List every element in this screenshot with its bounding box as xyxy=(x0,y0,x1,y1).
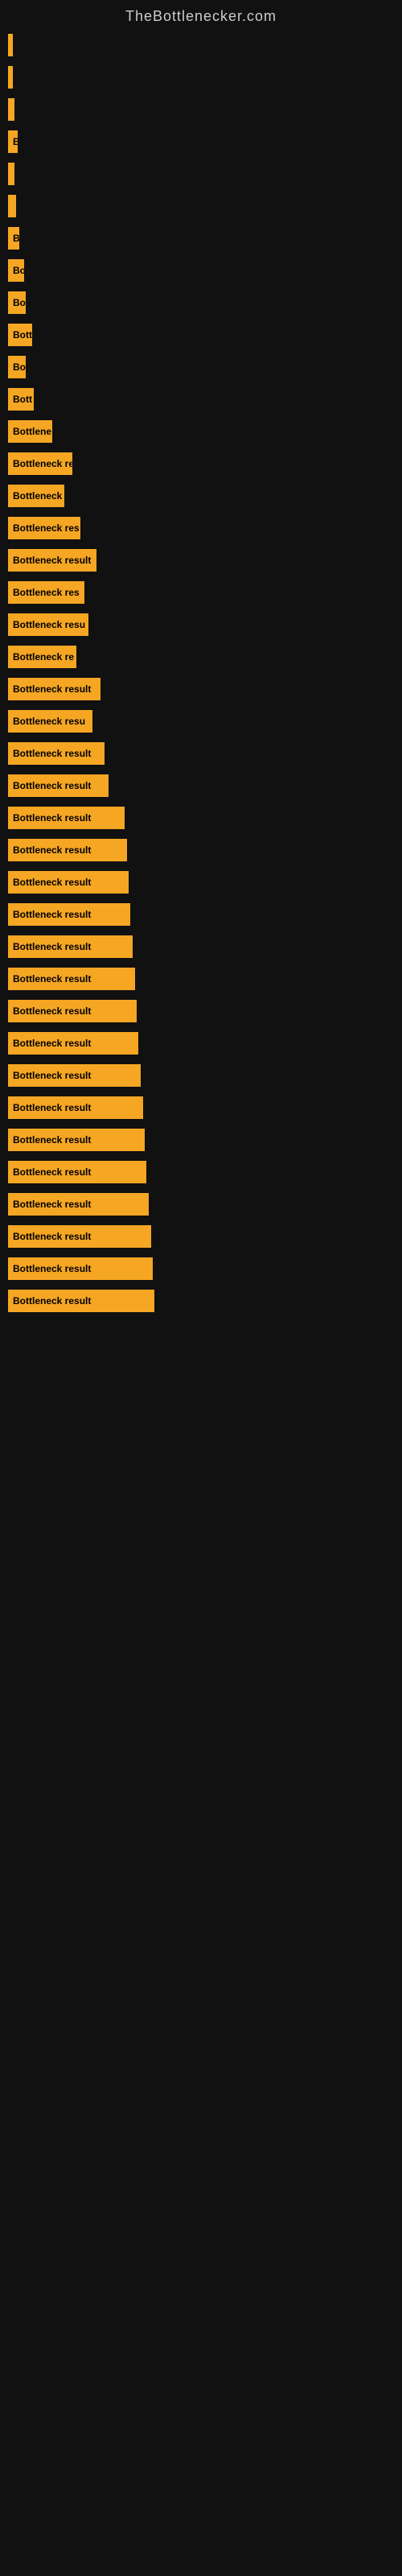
bar-row: Bottleneck result xyxy=(0,1220,402,1253)
result-bar: Bott xyxy=(8,324,32,346)
result-bar: Bottleneck result xyxy=(8,903,130,926)
result-bar: Bottleneck res xyxy=(8,517,80,539)
result-bar: Bottleneck xyxy=(8,485,64,507)
bar-row: Bottleneck result xyxy=(0,1253,402,1285)
result-bar: Bottleneck re xyxy=(8,646,76,668)
result-bar: Bottleneck result xyxy=(8,1032,138,1055)
bar-row: Bo xyxy=(0,287,402,319)
bar-row: Bottleneck re xyxy=(0,448,402,480)
result-bar: Bottleneck result xyxy=(8,1193,149,1216)
bar-row: Bottlene xyxy=(0,415,402,448)
bar-row: Bottleneck result xyxy=(0,866,402,898)
bar-row: Bottleneck result xyxy=(0,737,402,770)
bar-row: Bottleneck result xyxy=(0,995,402,1027)
site-title: TheBottlenecker.com xyxy=(0,0,402,29)
bar-row: B xyxy=(0,222,402,254)
bar-row: Bottleneck result xyxy=(0,1156,402,1188)
result-bar: B xyxy=(8,130,18,153)
result-bar: Bo xyxy=(8,356,26,378)
result-bar: Bottleneck result xyxy=(8,968,135,990)
result-bar: Bottleneck result xyxy=(8,1064,141,1087)
bar-row: Bottleneck result xyxy=(0,673,402,705)
bar-row xyxy=(0,29,402,61)
result-bar: Bottlene xyxy=(8,420,52,443)
bar-row: Bottleneck xyxy=(0,480,402,512)
bar-row: Bott xyxy=(0,319,402,351)
result-bar: B xyxy=(8,227,19,250)
result-bar xyxy=(8,195,16,217)
result-bar: Bottleneck result xyxy=(8,807,125,829)
result-bar: Bo xyxy=(8,291,26,314)
result-bar: Bottleneck res xyxy=(8,581,84,604)
bar-row: Bo xyxy=(0,254,402,287)
result-bar: Bottleneck result xyxy=(8,549,96,572)
bar-row xyxy=(0,61,402,93)
bar-row: Bo xyxy=(0,351,402,383)
result-bar: Bottleneck result xyxy=(8,1257,153,1280)
result-bar: Bottleneck re xyxy=(8,452,72,475)
result-bar: Bottleneck result xyxy=(8,1161,146,1183)
bar-row: Bottleneck result xyxy=(0,931,402,963)
bar-row: Bottleneck res xyxy=(0,512,402,544)
bar-row: Bottleneck result xyxy=(0,770,402,802)
result-bar xyxy=(8,98,14,121)
bar-row: Bottleneck result xyxy=(0,1059,402,1092)
result-bar: Bottleneck result xyxy=(8,1000,137,1022)
bar-row: B xyxy=(0,126,402,158)
result-bar: Bottleneck resu xyxy=(8,710,92,733)
result-bar xyxy=(8,34,13,56)
bar-row xyxy=(0,190,402,222)
bar-row: Bottleneck res xyxy=(0,576,402,609)
result-bar: Bottleneck result xyxy=(8,935,133,958)
bar-row xyxy=(0,158,402,190)
bar-row: Bott xyxy=(0,383,402,415)
bar-row: Bottleneck result xyxy=(0,1027,402,1059)
bar-row xyxy=(0,93,402,126)
bar-row: Bottleneck resu xyxy=(0,705,402,737)
result-bar: Bottleneck resu xyxy=(8,613,88,636)
bar-row: Bottleneck result xyxy=(0,1188,402,1220)
bar-row: Bottleneck result xyxy=(0,544,402,576)
result-bar: Bo xyxy=(8,259,24,282)
result-bar: Bottleneck result xyxy=(8,678,100,700)
result-bar: Bottleneck result xyxy=(8,1129,145,1151)
bar-row: Bottleneck result xyxy=(0,802,402,834)
result-bar: Bottleneck result xyxy=(8,839,127,861)
result-bar: Bottleneck result xyxy=(8,742,105,765)
result-bar: Bottleneck result xyxy=(8,871,129,894)
result-bar xyxy=(8,66,13,89)
bar-row: Bottleneck result xyxy=(0,1092,402,1124)
result-bar: Bott xyxy=(8,388,34,411)
bar-row: Bottleneck result xyxy=(0,1124,402,1156)
bar-row: Bottleneck result xyxy=(0,963,402,995)
bar-row: Bottleneck resu xyxy=(0,609,402,641)
result-bar: Bottleneck result xyxy=(8,1096,143,1119)
result-bar: Bottleneck result xyxy=(8,1290,154,1312)
result-bar xyxy=(8,163,14,185)
bar-row: Bottleneck re xyxy=(0,641,402,673)
bar-row: Bottleneck result xyxy=(0,834,402,866)
bar-row: Bottleneck result xyxy=(0,1285,402,1317)
result-bar: Bottleneck result xyxy=(8,1225,151,1248)
result-bar: Bottleneck result xyxy=(8,774,109,797)
bar-row: Bottleneck result xyxy=(0,898,402,931)
